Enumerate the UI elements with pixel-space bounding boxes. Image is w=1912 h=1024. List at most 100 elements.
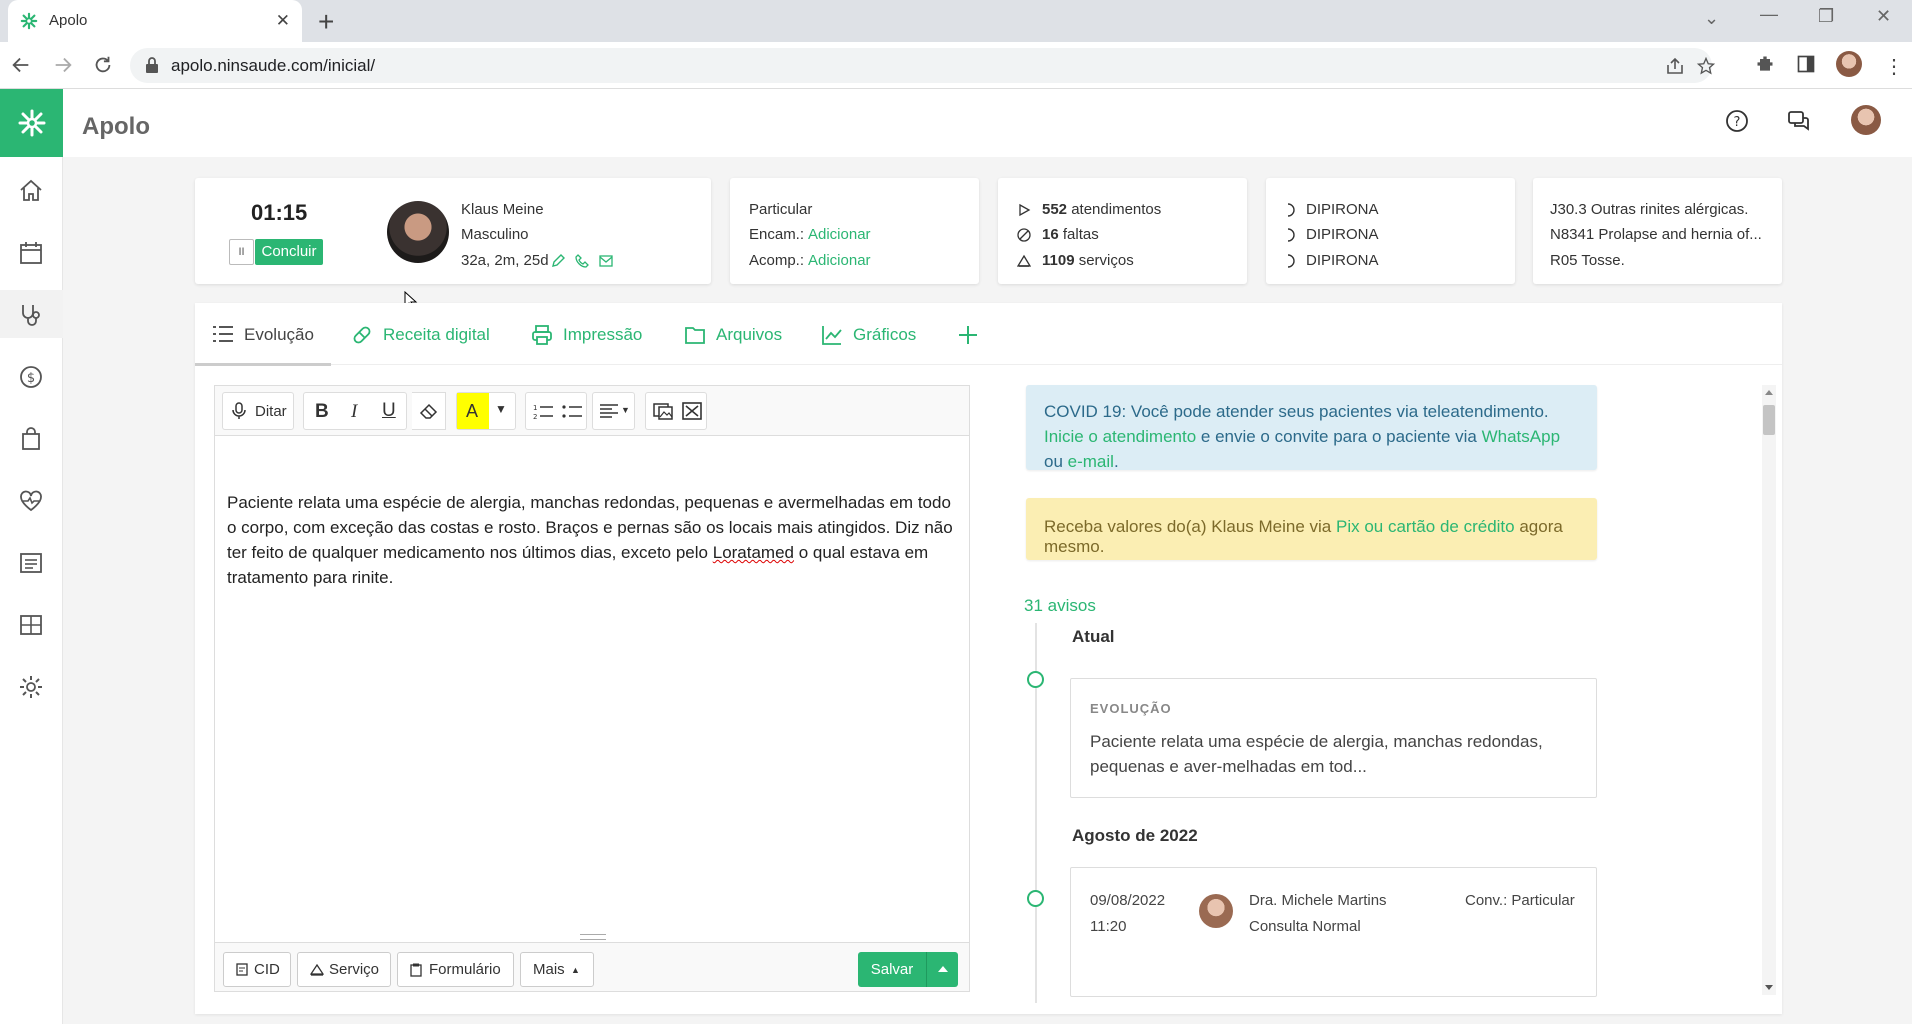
image-icon[interactable] [653,402,673,420]
folder-icon [685,327,705,344]
absences-stat: 16 faltas [1042,226,1099,243]
bold-icon[interactable]: B [315,401,329,423]
cid-button[interactable]: CID [223,952,291,987]
logo-icon [18,109,46,137]
sidebar-item-health[interactable] [0,476,63,524]
services-count: 1109 [1042,252,1075,269]
reload-icon[interactable] [92,54,114,76]
scroll-up-icon[interactable] [1765,390,1773,395]
clear-format-button[interactable] [412,392,446,430]
edit-icon[interactable] [551,254,565,268]
email-link[interactable]: e-mail [1068,452,1114,471]
grid-icon [20,615,42,635]
sidebar-item-finance[interactable]: $ [0,352,63,400]
share-icon[interactable] [1665,57,1685,75]
whatsapp-link[interactable]: WhatsApp [1482,427,1560,446]
evolution-entry[interactable]: EVOLUÇÃO Paciente relata uma espécie de … [1070,678,1597,798]
user-avatar[interactable] [1851,105,1881,135]
scroll-thumb[interactable] [1763,405,1775,435]
form-button[interactable]: Formulário [397,952,514,987]
scroll-down-icon[interactable] [1765,985,1773,990]
side-panel-icon[interactable] [1796,54,1816,74]
tab-search-icon[interactable]: ⌄ [1704,8,1719,29]
extensions-icon[interactable] [1755,54,1775,74]
sidebar-item-settings[interactable] [0,662,63,710]
sidebar-item-dashboard[interactable] [0,600,63,648]
misspelled-word[interactable]: Loratamed [713,543,794,562]
sidebar-item-home[interactable] [0,166,63,214]
browser-tab[interactable]: Apolo ✕ [8,0,302,42]
cid-card: J30.3 Outras rinites alérgicas. N8341 Pr… [1533,178,1782,284]
new-tab-button[interactable]: + [318,6,334,38]
app-logo[interactable] [0,89,63,157]
covid-text-mid: e envie o convite para o paciente via [1200,427,1477,446]
sidebar-item-calendar[interactable] [0,228,63,276]
sidebar-item-attendance[interactable] [0,290,63,338]
highlight-button[interactable]: A ▼ [456,392,516,430]
more-label: Mais [533,961,565,978]
add-tab-icon[interactable] [957,324,979,346]
pix-text: Receba valores do(a) Klaus Meine via [1044,517,1332,536]
allergy-card: DIPIRONA DIPIRONA DIPIRONA [1266,178,1515,284]
sidebar-item-reports[interactable] [0,538,63,586]
eraser-icon [419,403,438,419]
restore-button[interactable]: ❐ [1818,6,1834,27]
close-tab-icon[interactable]: ✕ [276,11,290,31]
cid-item: R05 Tosse. [1550,252,1625,269]
pill-icon [1287,228,1295,242]
format-group: B I U [303,392,407,430]
absences-count: 16 [1042,226,1059,243]
visit-date: 09/08/2022 [1090,892,1166,909]
conclude-button[interactable]: Concluir [255,239,323,265]
sidebar-item-store[interactable] [0,414,63,462]
visit-entry[interactable]: 09/08/2022 11:20 Dra. Michele Martins Co… [1070,867,1597,997]
pill-capsule-icon [353,326,371,344]
acomp-add-link[interactable]: Adicionar [808,252,871,269]
editor-resize-handle[interactable] [580,934,606,940]
save-options-button[interactable] [926,952,958,987]
browser-profile-avatar[interactable] [1836,51,1862,77]
report-icon [20,553,42,573]
lock-icon[interactable] [145,57,159,73]
tab-label: Receita digital [383,325,490,344]
encam-add-link[interactable]: Adicionar [808,226,871,243]
address-bar[interactable]: apolo.ninsaude.com/inicial/ [130,48,1716,83]
dictate-button[interactable]: Ditar [222,392,294,430]
more-button[interactable]: Mais ▲ [520,952,594,987]
stats-card: 552 atendimentos 16 faltas 1109 serviços [998,178,1247,284]
phone-icon[interactable] [575,254,589,268]
bullet-list-icon[interactable] [562,402,582,420]
forward-icon[interactable] [52,54,74,76]
italic-icon[interactable]: I [351,401,357,423]
back-icon[interactable] [10,54,32,76]
browser-tab-title: Apolo [49,12,88,29]
fullscreen-icon[interactable] [682,402,702,420]
extra-group [645,392,707,430]
start-attendance-link[interactable]: Inicie o atendimento [1044,427,1196,446]
pix-link[interactable]: Pix ou cartão de crédito [1336,517,1515,536]
evolution-label: EVOLUÇÃO [1090,701,1172,716]
underline-icon[interactable]: U [382,400,396,422]
pause-button[interactable]: II [229,239,254,265]
align-button[interactable]: ▼ [592,392,635,430]
home-icon [20,179,42,201]
ordered-list-icon[interactable]: 12 [533,402,553,420]
session-timer: 01:15 [251,200,308,225]
email-icon[interactable] [599,255,613,267]
help-icon[interactable]: ? [1725,109,1749,133]
timeline-scrollbar[interactable] [1762,385,1776,995]
editor-content[interactable]: Paciente relata uma espécie de alergia, … [227,490,957,590]
browser-menu-icon[interactable]: ⋮ [1884,54,1904,79]
notices-link[interactable]: 31 avisos [1024,596,1096,616]
bookmark-star-icon[interactable] [1696,57,1716,75]
patient-gender: Masculino [461,226,529,243]
minimize-button[interactable]: — [1760,4,1778,25]
evolution-editor[interactable]: Ditar B I U A ▼ 12 ▼ Paciente relata uma… [214,385,970,992]
apolo-favicon-icon [20,12,38,30]
doctor-avatar [1199,894,1233,928]
chat-icon[interactable] [1787,109,1811,133]
bag-icon [22,427,40,450]
service-button[interactable]: Serviço [297,952,391,987]
save-button[interactable]: Salvar [858,952,926,987]
close-window-button[interactable]: ✕ [1876,6,1891,27]
